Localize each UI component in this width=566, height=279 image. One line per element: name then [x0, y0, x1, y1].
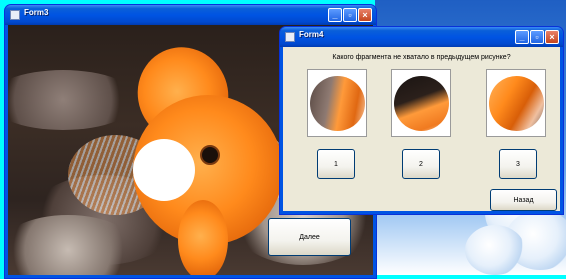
form4-titlebar[interactable]: Form4 _ ▫ ×	[280, 27, 563, 47]
maximize-icon[interactable]: ▫	[530, 30, 544, 44]
window-app-icon	[10, 10, 20, 20]
minimize-icon[interactable]: _	[328, 8, 342, 22]
form4-title: Form4	[299, 30, 324, 39]
missing-fragment-circle	[133, 139, 195, 201]
close-icon[interactable]: ×	[545, 30, 559, 44]
option-1-button[interactable]: 1	[317, 149, 355, 179]
form4-window: Form4 _ ▫ × Какого фрагмента не хватало …	[279, 26, 564, 215]
minimize-icon[interactable]: _	[515, 30, 529, 44]
next-button[interactable]: Далее	[268, 218, 351, 256]
fragment-1-image	[307, 69, 367, 137]
form4-client: Какого фрагмента не хватало в предыдущем…	[283, 47, 560, 211]
option-3-button[interactable]: 3	[499, 149, 537, 179]
fragment-2-image	[391, 69, 451, 137]
form3-title: Form3	[24, 8, 49, 17]
back-button[interactable]: Назад	[490, 189, 557, 211]
fragment-3-image	[486, 69, 546, 137]
form3-titlebar[interactable]: Form3 _ ▫ ×	[5, 5, 376, 25]
question-text: Какого фрагмента не хватало в предыдущем…	[332, 54, 511, 61]
maximize-icon[interactable]: ▫	[343, 8, 357, 22]
window-app-icon	[285, 32, 295, 42]
close-icon[interactable]: ×	[358, 8, 372, 22]
option-2-button[interactable]: 2	[402, 149, 440, 179]
